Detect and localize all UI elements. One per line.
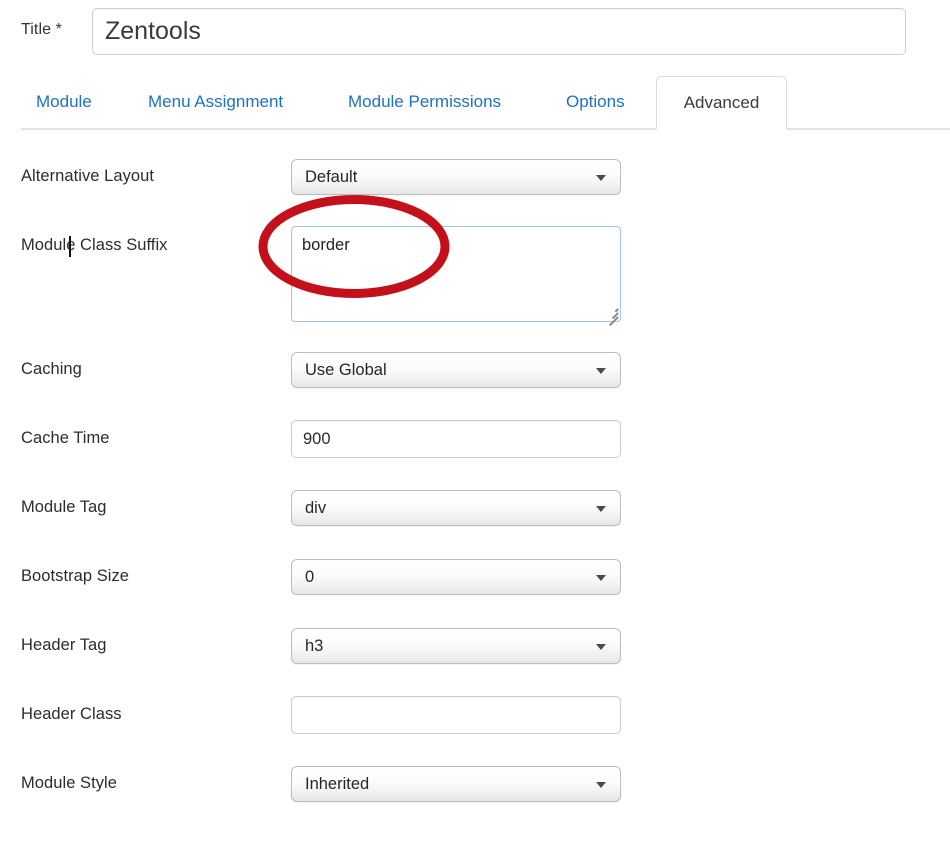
title-row: Title * — [0, 0, 950, 64]
text-cursor-caret — [69, 236, 71, 257]
select-module-style[interactable]: Inherited — [291, 766, 621, 802]
label-module-style: Module Style — [21, 774, 117, 792]
tab-label: Module — [36, 92, 92, 111]
select-value-header-tag: h3 — [305, 637, 324, 655]
tab-advanced[interactable]: Advanced — [656, 76, 787, 130]
select-bootstrap-size[interactable]: 0 — [291, 559, 621, 595]
label-module-class-suffix: Module Class Suffix — [21, 236, 168, 254]
label-module-tag: Module Tag — [21, 498, 107, 516]
tab-label: Menu Assignment — [148, 92, 284, 111]
select-value-caching: Use Global — [305, 361, 387, 379]
label-header-class: Header Class — [21, 705, 122, 723]
input-header-class[interactable] — [291, 696, 621, 734]
chevron-down-icon — [596, 575, 606, 581]
title-label: Title * — [21, 21, 63, 38]
select-caching[interactable]: Use Global — [291, 352, 621, 388]
tab-label: Module Permissions — [348, 92, 502, 111]
select-value-alternative-layout: Default — [305, 168, 358, 186]
tab-module[interactable]: Module — [36, 76, 92, 130]
tab-label: Advanced — [683, 93, 760, 112]
label-caching: Caching — [21, 360, 82, 378]
select-alternative-layout[interactable]: Default — [291, 159, 621, 195]
tab-bar: Module Menu Assignment Module Permissions O… — [0, 76, 950, 130]
chevron-down-icon — [596, 368, 606, 374]
label-bootstrap-size: Bootstrap Size — [21, 567, 130, 585]
input-cache-time[interactable] — [291, 420, 621, 458]
label-cache-time: Cache Time — [21, 429, 110, 447]
select-value-module-tag: div — [305, 499, 327, 517]
chevron-down-icon — [596, 644, 606, 650]
tab-module-permissions[interactable]: Module Permissions — [348, 76, 501, 130]
label-alternative-layout: Alternative Layout — [21, 167, 154, 185]
select-module-tag[interactable]: div — [291, 490, 621, 526]
chevron-down-icon — [596, 506, 606, 512]
tab-options[interactable]: Options — [566, 76, 625, 130]
textarea-module-class-suffix[interactable] — [291, 226, 621, 322]
select-header-tag[interactable]: h3 — [291, 628, 621, 664]
tab-label: Options — [566, 92, 625, 111]
select-value-module-style: Inherited — [305, 775, 370, 793]
tab-menu-assignment[interactable]: Menu Assignment — [148, 76, 283, 130]
label-header-tag: Header Tag — [21, 636, 107, 654]
title-input[interactable] — [92, 8, 906, 55]
select-value-bootstrap-size: 0 — [305, 568, 315, 586]
textarea-wrapper-module-class-suffix — [291, 226, 621, 326]
chevron-down-icon — [596, 782, 606, 788]
chevron-down-icon — [596, 175, 606, 181]
